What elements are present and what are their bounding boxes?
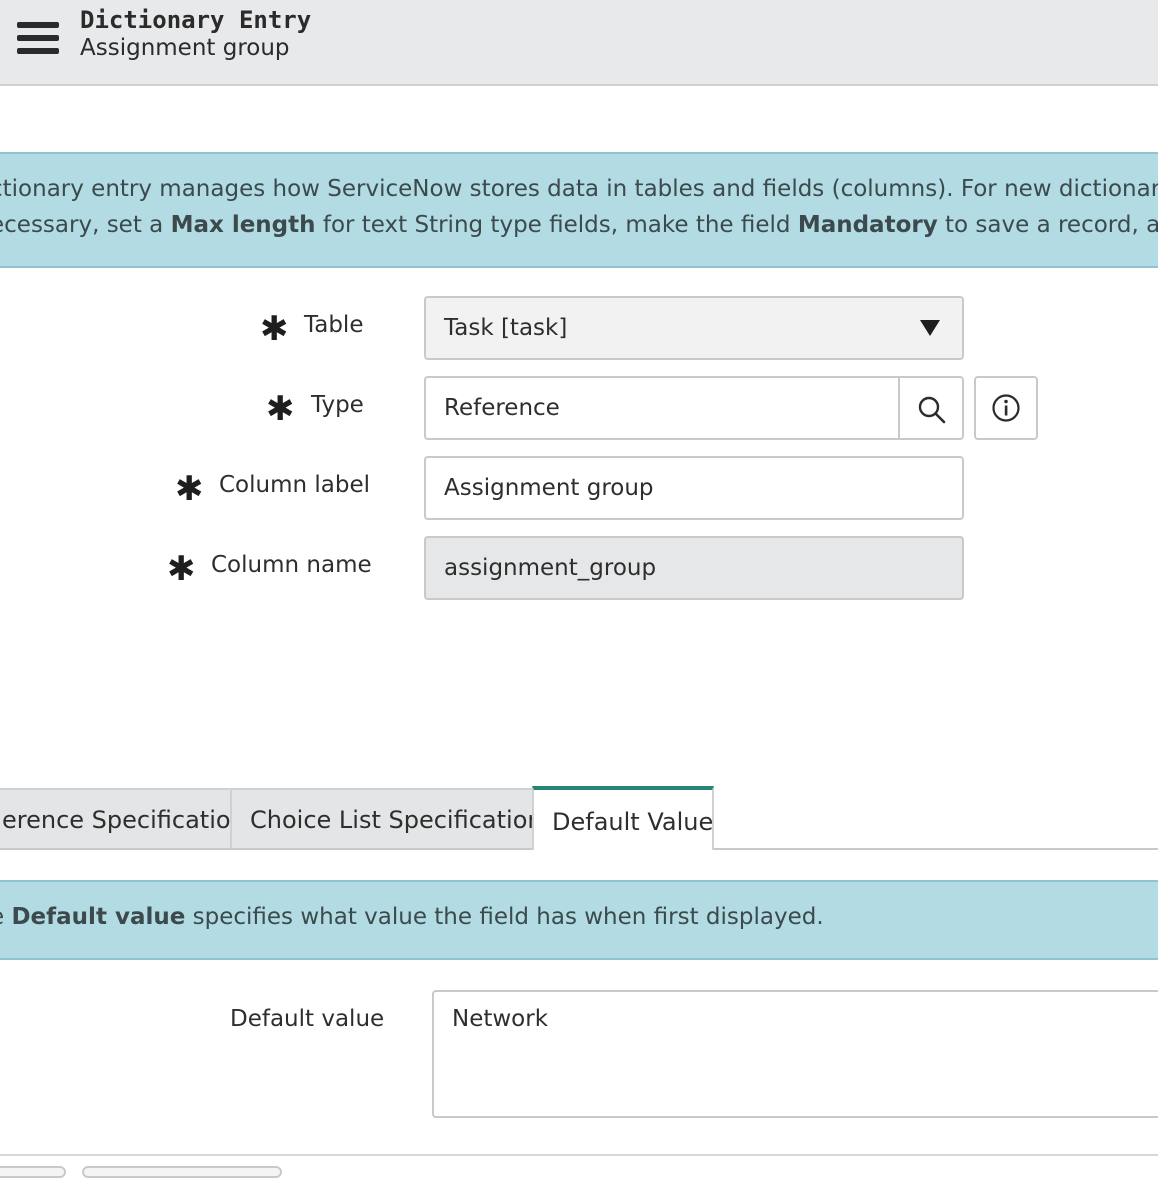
asterisk-required-icon: ✱ [167, 549, 196, 589]
hamburger-menu-icon[interactable] [17, 22, 59, 54]
table-label: Table [304, 312, 364, 338]
info-text: specifies what value the field has when … [185, 904, 824, 930]
table-select[interactable]: Task [task] [424, 296, 964, 360]
info-banner-line-1: ctionary entry manages how ServiceNow st… [0, 176, 1158, 202]
default-value-info-banner: e Default value specifies what value the… [0, 880, 1158, 960]
type-input[interactable]: Reference [424, 376, 900, 440]
info-text: to save a record, and make [945, 212, 1158, 238]
column-name-label: Column name [211, 552, 372, 578]
type-lookup-button[interactable] [898, 376, 964, 440]
header-bar: Dictionary Entry Assignment group [0, 0, 1158, 86]
asterisk-required-icon: ✱ [260, 309, 289, 349]
tab-default-value[interactable]: Default Value [532, 786, 714, 850]
type-input-value: Reference [444, 395, 560, 421]
page-title: Dictionary Entry [80, 6, 312, 34]
type-label: Type [311, 392, 364, 418]
asterisk-required-icon: ✱ [175, 469, 204, 509]
chevron-down-icon [920, 320, 940, 336]
tab-label: Choice List Specification [250, 806, 534, 834]
info-emphasis-default-value: Default value [11, 904, 186, 930]
section-divider [0, 1154, 1158, 1156]
search-icon [918, 396, 946, 424]
default-value-label: Default value [230, 1006, 385, 1032]
info-emphasis-mandatory: Mandatory [797, 212, 938, 238]
column-label-value: Assignment group [444, 475, 654, 501]
default-value-textarea[interactable]: Network [432, 990, 1158, 1118]
column-name-value: assignment_group [444, 555, 657, 581]
table-select-value: Task [task] [444, 315, 568, 341]
form-action-button[interactable] [82, 1166, 282, 1178]
tab-label: erence Specification [2, 806, 232, 834]
info-icon [992, 394, 1020, 422]
tab-label: Default Value [552, 808, 714, 836]
info-banner: ctionary entry manages how ServiceNow st… [0, 152, 1158, 268]
info-emphasis-max-length: Max length [170, 212, 316, 238]
column-name-readonly-field: assignment_group [424, 536, 964, 600]
form-action-button[interactable] [0, 1166, 66, 1178]
tab-choice-list-specification[interactable]: Choice List Specification [230, 788, 534, 848]
type-info-button[interactable] [974, 376, 1038, 440]
default-info-line: e Default value specifies what value the… [0, 904, 824, 930]
info-text: e [0, 904, 11, 930]
record-subtitle: Assignment group [80, 35, 290, 61]
tab-reference-specification[interactable]: erence Specification [0, 788, 232, 848]
asterisk-required-icon: ✱ [266, 389, 295, 429]
column-label-label: Column label [219, 472, 371, 498]
info-banner-line-2: ecessary, set a Max length for text Stri… [0, 212, 1158, 238]
column-label-input[interactable]: Assignment group [424, 456, 964, 520]
info-text: for text String type fields, make the fi… [315, 212, 798, 238]
info-text: ecessary, set a [0, 212, 171, 238]
